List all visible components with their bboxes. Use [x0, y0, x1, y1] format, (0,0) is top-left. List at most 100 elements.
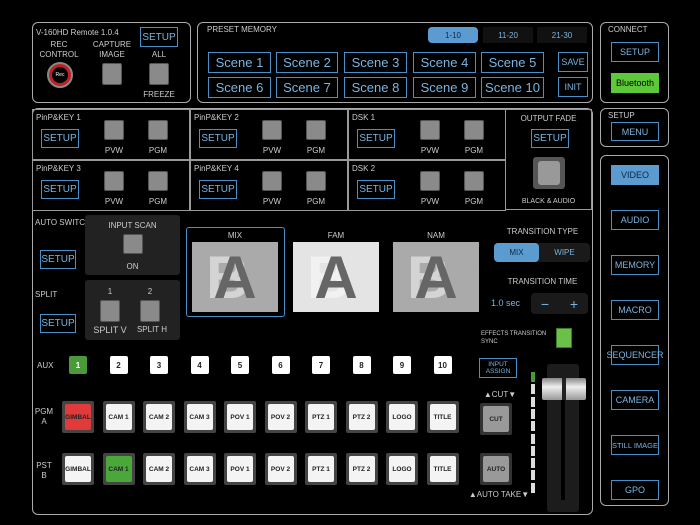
nav-sequencer[interactable]: SEQUENCER — [607, 345, 664, 365]
output-fade-setup-button[interactable]: SETUP — [531, 129, 569, 148]
setup-button[interactable]: SETUP — [140, 27, 178, 47]
aux-button[interactable]: 8 — [352, 356, 371, 374]
key-pgm-button[interactable] — [148, 171, 168, 191]
fader-level-led — [531, 396, 535, 407]
key-pgm-button[interactable] — [148, 120, 168, 140]
aux-button[interactable]: 4 — [190, 356, 209, 374]
scene-button[interactable]: Scene 2 — [276, 52, 338, 73]
aux-button[interactable]: 2 — [109, 356, 128, 374]
scene-button[interactable]: Scene 9 — [413, 77, 476, 98]
pst-source-button[interactable]: CAM 1 — [102, 453, 135, 485]
pst-source-button[interactable]: CAM 3 — [183, 453, 216, 485]
split-setup-button[interactable]: SETUP — [40, 314, 76, 333]
scene-button[interactable]: Scene 8 — [344, 77, 407, 98]
nav-macro[interactable]: MACRO — [611, 300, 659, 320]
scene-button[interactable]: Scene 7 — [276, 77, 338, 98]
pgm-source-button[interactable]: LOGO — [386, 401, 418, 433]
key-setup-button[interactable]: SETUP — [357, 180, 395, 199]
split-h-button[interactable] — [140, 300, 160, 322]
pst-source-button[interactable]: TITLE — [426, 453, 459, 485]
transition-type-mix[interactable]: MIX — [494, 243, 539, 262]
pst-source-button[interactable]: GIMBAL — [62, 453, 94, 485]
nav-gpo[interactable]: GPO — [611, 480, 659, 500]
init-button[interactable]: INIT — [558, 77, 588, 97]
aux-button[interactable]: 5 — [231, 356, 249, 374]
a-glyph-icon: A — [213, 243, 257, 311]
nav-video[interactable]: VIDEO — [611, 165, 659, 185]
pgm-source-button[interactable]: CAM 2 — [143, 401, 175, 433]
key-pvw-button[interactable] — [262, 171, 282, 191]
output-fade-button[interactable] — [533, 157, 565, 189]
nav-memory[interactable]: MEMORY — [611, 255, 659, 275]
key-pvw-button[interactable] — [420, 171, 440, 191]
pst-source-button[interactable]: POV 2 — [264, 453, 297, 485]
scene-button[interactable]: Scene 6 — [208, 77, 271, 98]
key-setup-button[interactable]: SETUP — [199, 180, 237, 199]
key-pgm-button[interactable] — [306, 171, 326, 191]
key-pvw-button[interactable] — [420, 120, 440, 140]
aux-button[interactable]: 9 — [393, 356, 411, 374]
rec-button[interactable]: Rec — [47, 62, 73, 88]
time-increase-button[interactable]: + — [560, 293, 588, 314]
scene-button[interactable]: Scene 5 — [481, 52, 544, 73]
key-setup-button[interactable]: SETUP — [41, 180, 79, 199]
transition-thumb-fam[interactable]: BA — [293, 242, 379, 312]
tab-11-20[interactable]: 11-20 — [483, 27, 533, 43]
pgm-source-button[interactable]: CAM 1 — [102, 401, 135, 433]
aux-button[interactable]: 3 — [150, 356, 168, 374]
pgm-label: PGM — [148, 146, 168, 155]
tab-21-30[interactable]: 21-30 — [537, 27, 587, 43]
cut-button[interactable]: CUT — [480, 403, 512, 435]
pgm-source-button[interactable]: POV 2 — [264, 401, 297, 433]
aux-button[interactable]: 6 — [271, 356, 290, 374]
nav-camera[interactable]: CAMERA — [611, 390, 659, 410]
transition-thumb-mix[interactable]: BA — [192, 242, 278, 312]
pst-source-button[interactable]: PTZ 2 — [345, 453, 378, 485]
key-pgm-button[interactable] — [306, 120, 326, 140]
pgm-source-button[interactable]: POV 1 — [224, 401, 256, 433]
freeze-button[interactable] — [149, 63, 169, 85]
aux-button[interactable]: 7 — [312, 356, 330, 374]
auto-switching-setup-button[interactable]: SETUP — [40, 250, 76, 269]
key-setup-button[interactable]: SETUP — [41, 129, 79, 148]
key-pvw-button[interactable] — [262, 120, 282, 140]
tab-1-10[interactable]: 1-10 — [428, 27, 478, 43]
transition-type-wipe[interactable]: WIPE — [542, 243, 587, 262]
save-button[interactable]: SAVE — [558, 52, 588, 72]
auto-button[interactable]: AUTO — [480, 453, 512, 485]
nav-audio[interactable]: AUDIO — [611, 210, 659, 230]
pgm-source-button[interactable]: TITLE — [426, 401, 459, 433]
key-pgm-button[interactable] — [464, 171, 484, 191]
nav-still-image[interactable]: STILL IMAGE — [611, 435, 659, 455]
scene-button[interactable]: Scene 4 — [413, 52, 476, 73]
aux-button[interactable]: 10 — [433, 356, 452, 374]
capture-image-button[interactable] — [102, 63, 122, 85]
menu-button[interactable]: MENU — [611, 122, 659, 141]
scene-button[interactable]: Scene 1 — [208, 52, 271, 73]
pgm-source-button[interactable]: GIMBAL — [62, 401, 94, 433]
pgm-source-button[interactable]: PTZ 1 — [305, 401, 337, 433]
scene-button[interactable]: Scene 10 — [481, 77, 544, 98]
key-pvw-button[interactable] — [104, 171, 124, 191]
aux-button[interactable]: 1 — [69, 356, 87, 374]
fader-handle[interactable] — [542, 378, 586, 400]
time-decrease-button[interactable]: − — [531, 293, 559, 314]
key-setup-button[interactable]: SETUP — [357, 129, 395, 148]
bluetooth-button[interactable]: Bluetooth — [611, 73, 659, 93]
split-v-button[interactable] — [100, 300, 120, 322]
effects-sync-toggle[interactable] — [556, 328, 572, 348]
input-scan-button[interactable] — [123, 234, 143, 254]
transition-thumb-nam[interactable]: BA — [393, 242, 479, 312]
connect-setup-button[interactable]: SETUP — [611, 42, 659, 62]
key-pgm-button[interactable] — [464, 120, 484, 140]
input-assign-button[interactable]: INPUT ASSIGN — [479, 358, 517, 378]
pst-source-button[interactable]: LOGO — [386, 453, 418, 485]
scene-button[interactable]: Scene 3 — [344, 52, 407, 73]
pgm-source-button[interactable]: CAM 3 — [183, 401, 216, 433]
key-pvw-button[interactable] — [104, 120, 124, 140]
pst-source-button[interactable]: POV 1 — [224, 453, 256, 485]
pst-source-button[interactable]: CAM 2 — [143, 453, 175, 485]
pst-source-button[interactable]: PTZ 1 — [305, 453, 337, 485]
pgm-source-button[interactable]: PTZ 2 — [345, 401, 378, 433]
key-setup-button[interactable]: SETUP — [199, 129, 237, 148]
